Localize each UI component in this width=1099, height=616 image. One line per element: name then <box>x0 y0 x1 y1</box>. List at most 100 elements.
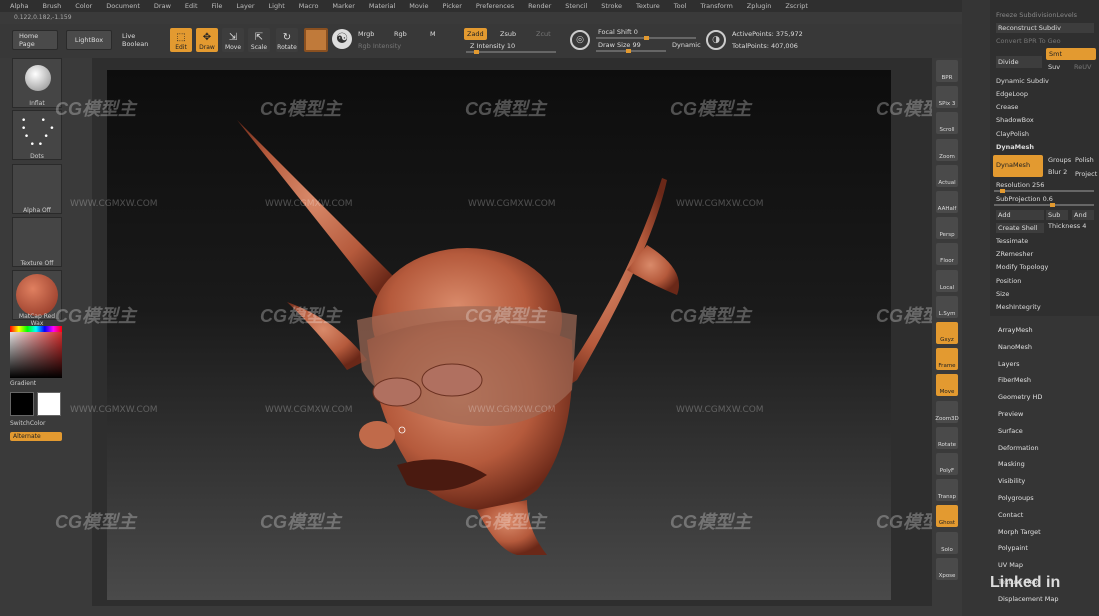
menu-item-zscript[interactable]: Zscript <box>785 2 808 10</box>
menu-item-macro[interactable]: Macro <box>299 2 319 10</box>
tool-menu-polypaint[interactable]: Polypaint <box>998 544 1028 552</box>
blur-slider[interactable]: Blur 2 <box>1048 168 1067 176</box>
move-button[interactable]: ⇲ Move <box>222 28 244 52</box>
shelf-persp-button[interactable]: Persp <box>936 217 958 240</box>
reconstruct-subdiv-button[interactable]: Reconstruct Subdiv <box>996 23 1094 33</box>
tool-menu-visibility[interactable]: Visibility <box>998 477 1025 485</box>
alternate-toggle[interactable]: Alternate <box>10 432 62 441</box>
focal-shift-track[interactable] <box>596 36 696 40</box>
size-menu[interactable]: Size <box>996 290 1009 298</box>
tool-menu-arraymesh[interactable]: ArrayMesh <box>998 326 1033 334</box>
shelf-move-button[interactable]: Move <box>936 374 958 397</box>
modify-topology-menu[interactable]: Modify Topology <box>996 263 1048 271</box>
divide-button[interactable]: Divide <box>996 56 1042 68</box>
edit-button[interactable]: ⬚ Edit <box>170 28 192 52</box>
tool-menu-masking[interactable]: Masking <box>998 460 1025 468</box>
tool-menu-contact[interactable]: Contact <box>998 511 1023 519</box>
menu-item-transform[interactable]: Transform <box>700 2 732 10</box>
lightbox-button[interactable]: LightBox <box>66 30 112 50</box>
tool-menu-preview[interactable]: Preview <box>998 410 1023 418</box>
primary-color-swatch[interactable] <box>37 392 61 416</box>
tool-menu-fibermesh[interactable]: FiberMesh <box>998 376 1031 384</box>
menu-item-stroke[interactable]: Stroke <box>601 2 622 10</box>
shelf-zoom-button[interactable]: Zoom <box>936 138 958 161</box>
shelf-solo-button[interactable]: Solo <box>936 531 958 554</box>
subprojection-track[interactable] <box>994 203 1094 207</box>
material-swatch[interactable] <box>304 28 328 52</box>
menu-item-document[interactable]: Document <box>106 2 140 10</box>
menu-item-alpha[interactable]: Alpha <box>10 2 28 10</box>
shelf-aahalf-button[interactable]: AAHalf <box>936 191 958 213</box>
shelf-bpr-button[interactable]: BPR <box>936 60 958 82</box>
shelf-floor-button[interactable]: Floor <box>936 243 958 266</box>
z-intensity-track[interactable] <box>466 50 556 54</box>
tool-menu-layers[interactable]: Layers <box>998 360 1020 368</box>
convert-bpr-button[interactable]: Convert BPR To Geo <box>996 37 1061 45</box>
menu-item-tool[interactable]: Tool <box>674 2 687 10</box>
create-shell-button[interactable]: Create Shell <box>996 223 1044 233</box>
shelf-rotate-button[interactable]: Rotate <box>936 426 958 449</box>
tessimate-menu[interactable]: Tessimate <box>996 237 1028 245</box>
tool-menu-uv-map[interactable]: UV Map <box>998 561 1023 569</box>
claypolish-menu[interactable]: ClayPolish <box>996 130 1029 138</box>
subprojection-slider[interactable]: SubProjection 0.6 <box>996 195 1053 203</box>
menu-item-layer[interactable]: Layer <box>236 2 254 10</box>
reuv-toggle[interactable]: ReUV <box>1074 63 1091 71</box>
menu-item-draw[interactable]: Draw <box>154 2 171 10</box>
rgb-intensity-slider[interactable]: Rgb Intensity <box>358 42 401 50</box>
yin-yang-icon[interactable]: ☯ <box>332 29 352 49</box>
zremesher-menu[interactable]: ZRemesher <box>996 250 1033 258</box>
live-boolean-button[interactable]: Live Boolean <box>116 30 166 50</box>
menu-item-picker[interactable]: Picker <box>443 2 462 10</box>
draw-size-track[interactable] <box>596 49 666 53</box>
shelf-spix-3-button[interactable]: SPix 3 <box>936 86 958 109</box>
shelf-local-button[interactable]: Local <box>936 269 958 292</box>
shelf-frame-button[interactable]: Frame <box>936 348 958 371</box>
menu-item-material[interactable]: Material <box>369 2 395 10</box>
menu-item-file[interactable]: File <box>212 2 223 10</box>
tool-menu-morph-target[interactable]: Morph Target <box>998 528 1041 536</box>
menu-item-texture[interactable]: Texture <box>636 2 660 10</box>
dynamic-subdiv-menu[interactable]: Dynamic Subdiv <box>996 77 1049 85</box>
shelf-scroll-button[interactable]: Scroll <box>936 112 958 135</box>
shelf-actual-button[interactable]: Actual <box>936 164 958 187</box>
project-toggle[interactable]: Project <box>1075 170 1097 178</box>
sub-button[interactable]: Sub <box>1046 210 1068 220</box>
meshintegrity-menu[interactable]: MeshIntegrity <box>996 303 1041 311</box>
home-page-button[interactable]: Home Page <box>12 30 58 50</box>
zsub-toggle[interactable]: Zsub <box>500 30 516 38</box>
menu-item-render[interactable]: Render <box>528 2 551 10</box>
menu-item-light[interactable]: Light <box>269 2 285 10</box>
tool-menu-nanomesh[interactable]: NanoMesh <box>998 343 1032 351</box>
add-button[interactable]: Add <box>996 210 1044 220</box>
draw-button[interactable]: ✥ Draw <box>196 28 218 52</box>
edgeloop-menu[interactable]: EdgeLoop <box>996 90 1028 98</box>
menu-item-movie[interactable]: Movie <box>409 2 428 10</box>
tool-menu-surface[interactable]: Surface <box>998 427 1023 435</box>
menu-item-stencil[interactable]: Stencil <box>565 2 587 10</box>
m-toggle[interactable]: M <box>430 30 436 38</box>
shelf-ghost-button[interactable]: Ghost <box>936 505 958 528</box>
menu-item-marker[interactable]: Marker <box>332 2 354 10</box>
freeze-subdivision-button[interactable]: Freeze SubdivisionLevels <box>996 11 1077 19</box>
tool-menu-polygroups[interactable]: Polygroups <box>998 494 1034 502</box>
tool-menu-displacement-map[interactable]: Displacement Map <box>998 595 1058 603</box>
shelf-zoom3d-button[interactable]: Zoom3D <box>935 400 959 423</box>
menu-item-color[interactable]: Color <box>75 2 92 10</box>
suv-toggle[interactable]: Suv <box>1048 63 1060 71</box>
menu-item-brush[interactable]: Brush <box>42 2 61 10</box>
dynamic-toggle[interactable]: Dynamic <box>672 41 701 49</box>
shadowbox-menu[interactable]: ShadowBox <box>996 116 1034 124</box>
zcut-toggle[interactable]: Zcut <box>536 30 551 38</box>
draw-size-slider[interactable]: Draw Size 99 <box>598 41 641 49</box>
shelf-l-sym-button[interactable]: L.Sym <box>936 295 958 318</box>
menu-item-edit[interactable]: Edit <box>185 2 198 10</box>
shelf-gxyz-button[interactable]: Gxyz <box>936 322 958 344</box>
rotate-button[interactable]: ↻ Rotate <box>276 28 298 52</box>
scale-button[interactable]: ⇱ Scale <box>248 28 270 52</box>
position-menu[interactable]: Position <box>996 277 1021 285</box>
mrgb-toggle[interactable]: Mrgb <box>358 30 374 38</box>
switch-color-button[interactable]: SwitchColor <box>10 420 60 427</box>
shelf-transp-button[interactable]: Transp <box>936 479 958 502</box>
thickness-slider[interactable]: Thickness 4 <box>1048 222 1086 230</box>
